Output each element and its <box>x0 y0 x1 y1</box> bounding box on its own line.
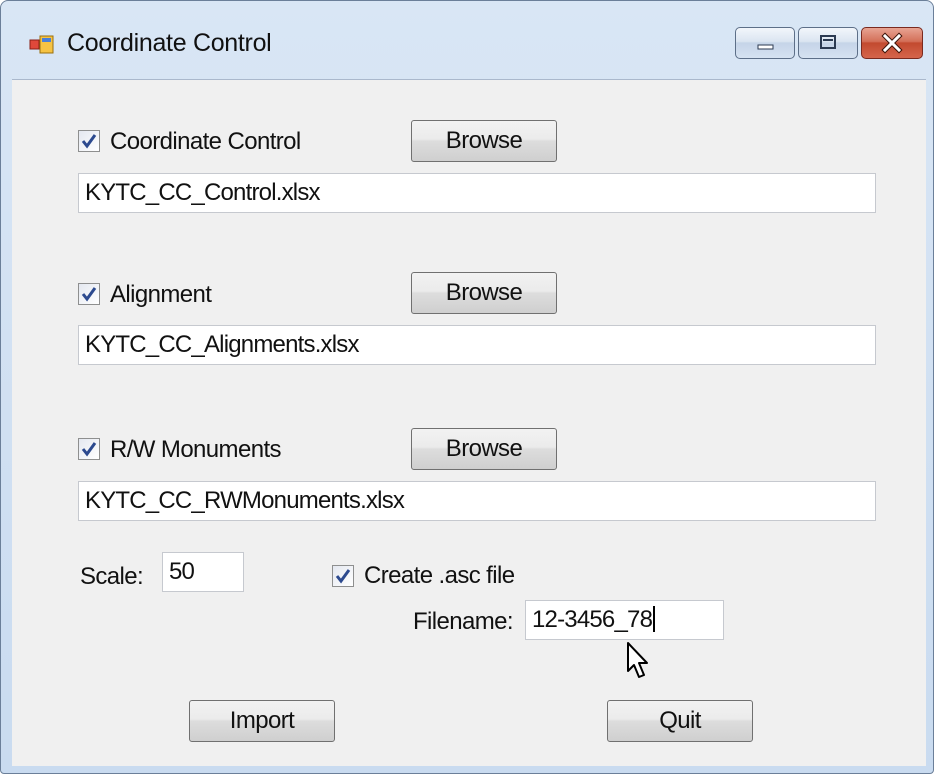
rw-monuments-label: R/W Monuments <box>110 436 282 463</box>
coordinate-control-browse-button[interactable]: Browse <box>411 120 557 162</box>
filename-input[interactable]: 12-3456_78 <box>525 600 724 640</box>
app-window-icon <box>29 35 55 55</box>
window-title: Coordinate Control <box>67 29 272 57</box>
import-button[interactable]: Import <box>189 700 335 742</box>
create-asc-label: Create .asc file <box>364 562 515 589</box>
app-window: Coordinate Control Coordinate Control Br… <box>0 0 934 774</box>
maximize-button[interactable] <box>798 27 858 59</box>
alignment-file-input[interactable]: KYTC_CC_Alignments.xlsx <box>78 325 876 365</box>
alignment-label: Alignment <box>110 281 212 308</box>
rw-monuments-file-input[interactable]: KYTC_CC_RWMonuments.xlsx <box>78 481 876 521</box>
mouse-pointer-icon <box>625 641 651 681</box>
form-client-area: Coordinate Control Browse KYTC_CC_Contro… <box>12 79 926 766</box>
coordinate-control-checkbox[interactable] <box>78 130 100 152</box>
rw-monuments-checkbox[interactable] <box>78 438 100 460</box>
minimize-button[interactable] <box>735 27 795 59</box>
quit-button[interactable]: Quit <box>607 700 753 742</box>
scale-label: Scale: <box>80 563 144 590</box>
filename-value: 12-3456_78 <box>532 606 653 633</box>
rw-monuments-browse-button[interactable]: Browse <box>411 428 557 470</box>
title-bar[interactable]: Coordinate Control <box>1 1 933 81</box>
alignment-browse-button[interactable]: Browse <box>411 272 557 314</box>
coordinate-control-label: Coordinate Control <box>110 128 301 155</box>
coordinate-control-file-input[interactable]: KYTC_CC_Control.xlsx <box>78 173 876 213</box>
filename-label: Filename: <box>413 608 514 635</box>
close-button[interactable] <box>861 27 923 59</box>
text-caret <box>653 606 656 632</box>
alignment-checkbox[interactable] <box>78 283 100 305</box>
scale-input[interactable]: 50 <box>162 552 244 592</box>
create-asc-checkbox[interactable] <box>332 565 354 587</box>
